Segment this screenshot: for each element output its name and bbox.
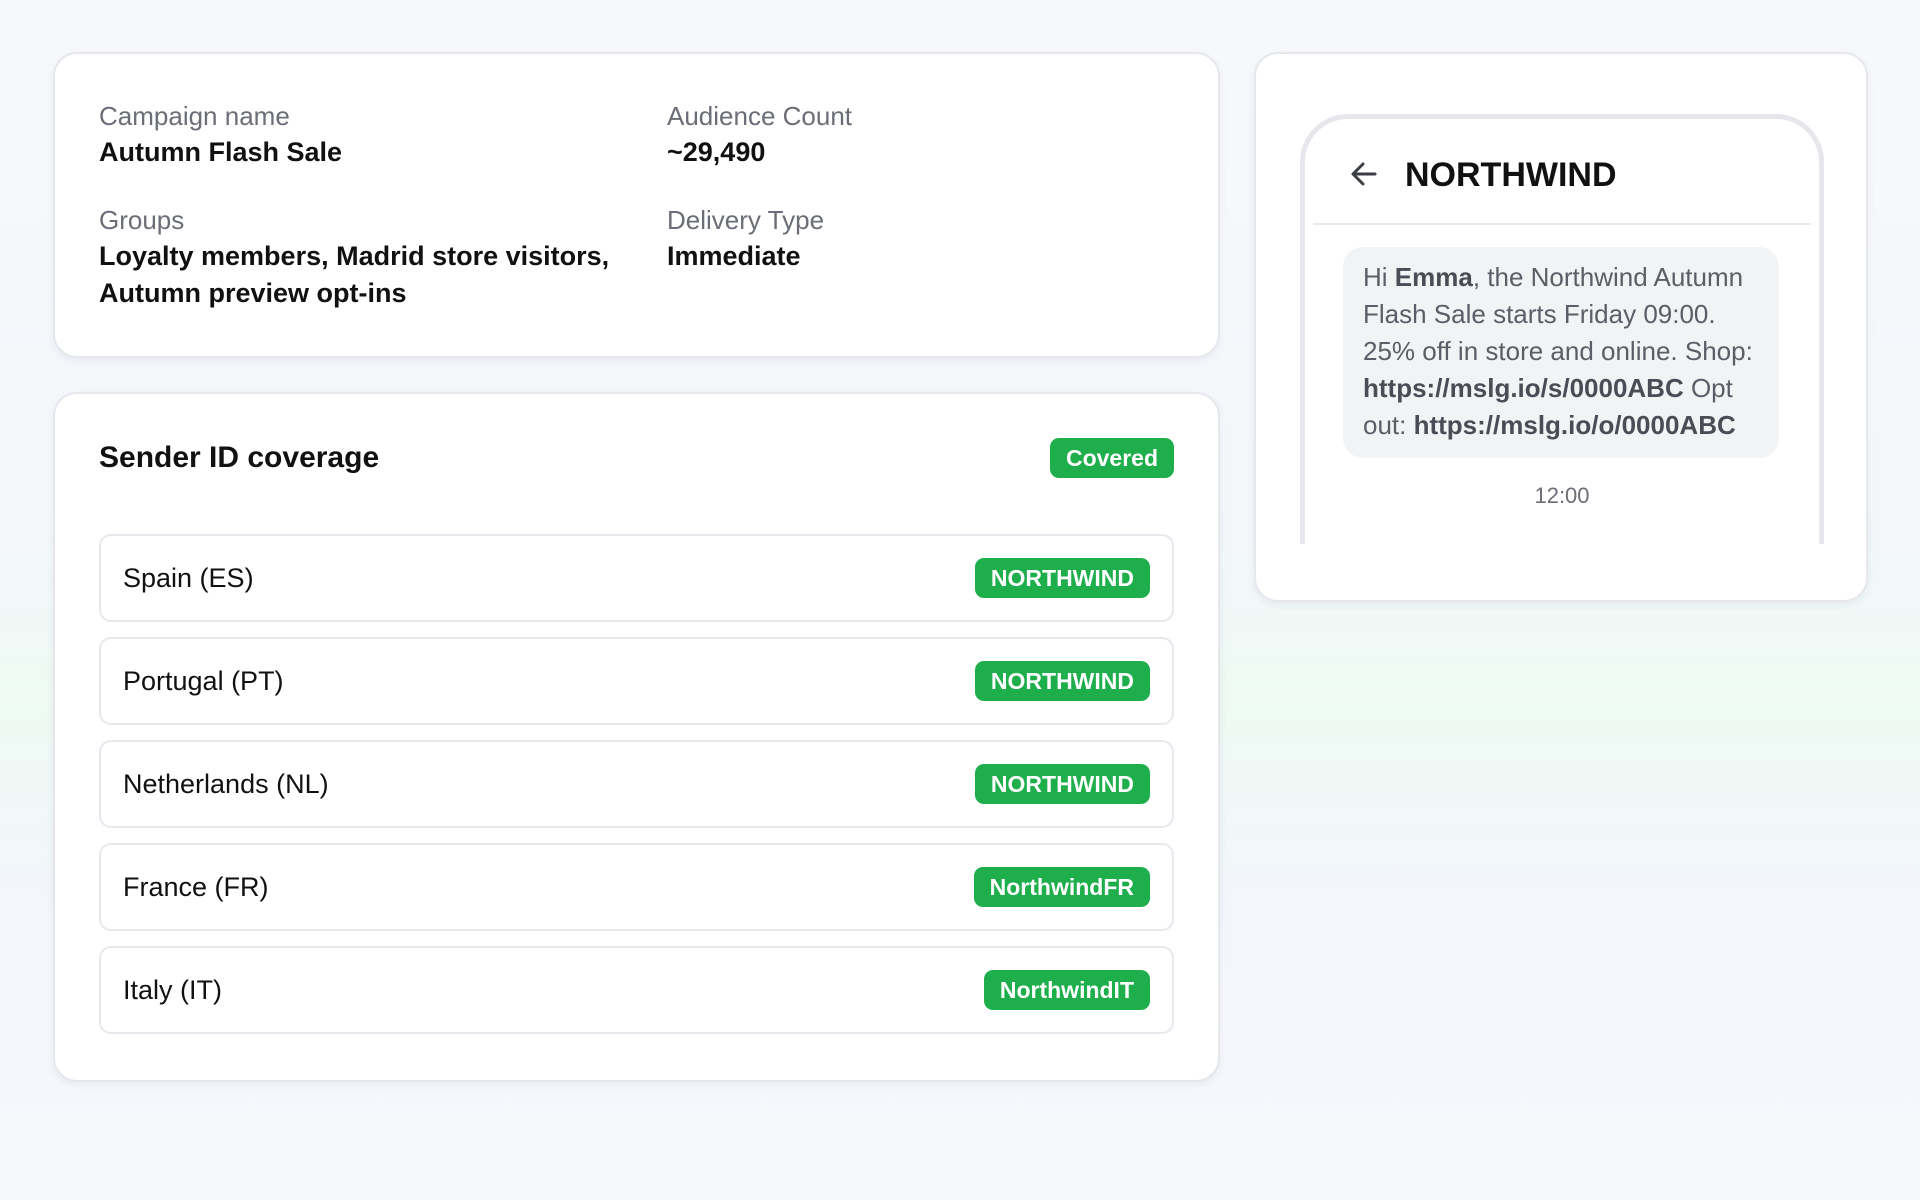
sender-id-badge: NORTHWIND xyxy=(974,661,1150,701)
country-row-it: Italy (IT) NorthwindIT xyxy=(99,946,1174,1034)
country-row-nl: Netherlands (NL) NORTHWIND xyxy=(99,740,1174,828)
audience-count-label: Audience Count xyxy=(667,101,853,131)
phone-header: NORTHWIND xyxy=(1313,119,1811,225)
sms-preview-card: NORTHWIND Hi Emma, the Northwind Autumn … xyxy=(1254,52,1868,602)
campaign-name-value: Autumn Flash Sale xyxy=(99,137,343,167)
country-row-pt: Portugal (PT) NORTHWIND xyxy=(99,637,1174,725)
country-row-es: Spain (ES) NORTHWIND xyxy=(99,534,1174,622)
country-name: Spain (ES) xyxy=(123,562,254,593)
coverage-title: Sender ID coverage xyxy=(99,441,380,474)
country-name: France (FR) xyxy=(123,871,269,902)
delivery-type-value: Immediate xyxy=(667,241,801,271)
groups-label: Groups xyxy=(99,205,185,235)
covered-status-badge: Covered xyxy=(1049,438,1174,478)
shop-link[interactable]: https://mslg.io/s/0000ABC xyxy=(1363,373,1684,403)
arrow-left-icon[interactable] xyxy=(1349,159,1379,189)
groups-value: Loyalty members, Madrid store visitors, … xyxy=(99,241,610,308)
country-list: Spain (ES) NORTHWIND Portugal (PT) NORTH… xyxy=(99,534,1174,1049)
delivery-type-field: Delivery Type Immediate xyxy=(667,202,1167,275)
message-bubble: Hi Emma, the Northwind Autumn Flash Sale… xyxy=(1343,247,1779,458)
optout-link[interactable]: https://mslg.io/o/0000ABC xyxy=(1414,410,1736,440)
audience-count-field: Audience Count ~29,490 xyxy=(667,98,1167,171)
message-greeting: Hi xyxy=(1363,262,1395,292)
sender-name: NORTHWIND xyxy=(1405,156,1617,194)
sender-id-coverage-card: Sender ID coverage Covered Spain (ES) NO… xyxy=(53,392,1220,1082)
audience-count-value: ~29,490 xyxy=(667,137,766,167)
sender-id-badge: NORTHWIND xyxy=(974,764,1150,804)
campaign-name-field: Campaign name Autumn Flash Sale xyxy=(99,98,639,171)
message-time: 12:00 xyxy=(1534,483,1590,508)
delivery-type-label: Delivery Type xyxy=(667,205,825,235)
country-name: Netherlands (NL) xyxy=(123,768,329,799)
sender-id-badge: NORTHWIND xyxy=(974,558,1150,598)
phone-mockup: NORTHWIND Hi Emma, the Northwind Autumn … xyxy=(1300,114,1824,544)
country-name: Portugal (PT) xyxy=(123,665,284,696)
groups-field: Groups Loyalty members, Madrid store vis… xyxy=(99,202,639,312)
campaign-name-label: Campaign name xyxy=(99,101,290,131)
country-row-fr: France (FR) NorthwindFR xyxy=(99,843,1174,931)
campaign-summary-card: Campaign name Autumn Flash Sale Groups L… xyxy=(53,52,1220,358)
recipient-name: Emma xyxy=(1394,262,1473,292)
sender-id-badge: NorthwindFR xyxy=(973,867,1150,907)
country-name: Italy (IT) xyxy=(123,974,222,1005)
sender-id-badge: NorthwindIT xyxy=(983,970,1150,1010)
